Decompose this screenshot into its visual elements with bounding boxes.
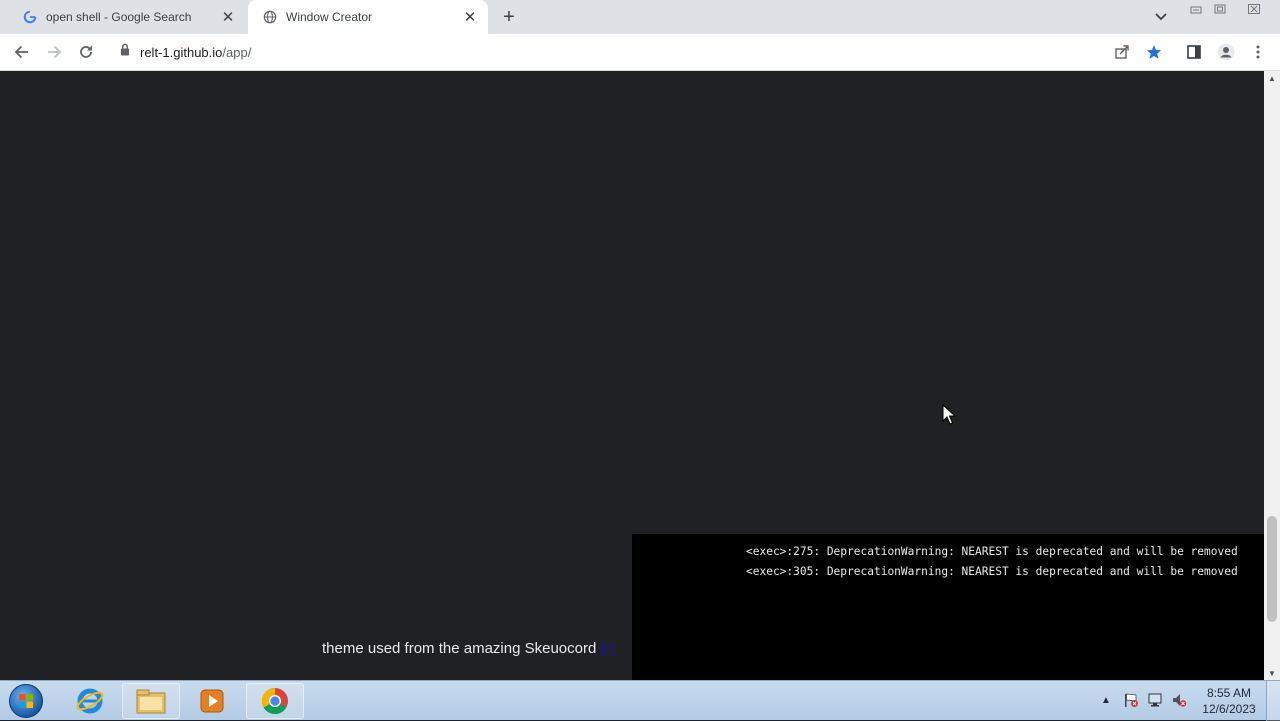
media-player-icon[interactable] — [183, 683, 241, 719]
kebab-menu-icon[interactable] — [1246, 41, 1270, 63]
chrome-icon[interactable] — [246, 683, 304, 719]
reload-icon[interactable] — [74, 41, 98, 63]
side-panel-icon[interactable] — [1182, 41, 1206, 63]
new-tab-plus-icon[interactable]: + — [497, 6, 521, 28]
url-host: relt-1.github.io — [140, 44, 223, 60]
tab-window-creator[interactable]: Window Creator ✕ — [248, 0, 488, 34]
clock-time: 8:55 AM — [1206, 686, 1252, 700]
scroll-down-arrow-icon[interactable]: ▼ — [1264, 666, 1280, 680]
taskbar-clock[interactable]: 8:55 AM 12/6/2023 — [1196, 685, 1262, 717]
tab-title: Window Creator — [286, 10, 373, 24]
terminal-line: <exec>:305: DeprecationWarning: NEAREST … — [746, 565, 1238, 578]
credit-link[interactable]: (r) — [601, 640, 616, 657]
mouse-cursor-icon — [942, 404, 956, 425]
bookmark-star-icon[interactable] — [1142, 41, 1166, 63]
volume-muted-icon[interactable] — [1170, 691, 1188, 709]
forward-arrow-icon[interactable] — [42, 41, 66, 63]
tab-close-icon[interactable]: ✕ — [460, 7, 480, 27]
lock-icon — [120, 43, 130, 61]
terminal-line: <exec>:275: DeprecationWarning: NEAREST … — [746, 545, 1238, 558]
terminal-output: <exec>:275: DeprecationWarning: NEAREST … — [632, 534, 1264, 680]
restore-icon[interactable] — [1208, 0, 1232, 18]
windows-logo-icon — [9, 684, 43, 718]
clock-date: 12/6/2023 — [1202, 702, 1256, 716]
page-scrollbar[interactable]: ▲ ▼ — [1264, 71, 1280, 680]
tab-google-search[interactable]: open shell - Google Search ✕ — [8, 0, 246, 34]
tab-close-icon[interactable]: ✕ — [218, 7, 238, 27]
theme-credit: theme used from the amazing Skeuocord (r… — [322, 640, 616, 657]
network-icon[interactable] — [1146, 691, 1164, 709]
profile-avatar-icon[interactable] — [1214, 41, 1238, 63]
file-explorer-icon[interactable] — [122, 683, 180, 719]
credit-text: theme used from the amazing Skeuocord — [322, 640, 597, 657]
internet-explorer-icon[interactable] — [61, 683, 119, 719]
browser-toolbar: relt-1.github.io/app/ — [0, 34, 1280, 71]
scrollbar-thumb[interactable] — [1267, 516, 1277, 622]
minimize-icon[interactable] — [1184, 0, 1208, 18]
show-desktop-button[interactable] — [1266, 681, 1280, 721]
close-window-icon[interactable] — [1242, 0, 1266, 18]
globe-icon — [262, 9, 278, 25]
start-button[interactable] — [6, 683, 46, 719]
tab-strip: open shell - Google Search ✕ Window Crea… — [0, 0, 1280, 34]
address-bar[interactable]: relt-1.github.io/app/ — [108, 38, 1138, 66]
scroll-up-arrow-icon[interactable]: ▲ — [1264, 71, 1280, 85]
tab-title: open shell - Google Search — [46, 10, 192, 24]
google-g-icon — [22, 9, 38, 25]
windows-taskbar: ▲ 8:55 AM 12/6/2023 — [0, 680, 1280, 721]
tab-search-chevron-icon[interactable] — [1150, 7, 1172, 27]
show-hidden-icons-icon[interactable]: ▲ — [1097, 691, 1115, 709]
share-icon[interactable] — [1110, 41, 1134, 63]
url-path: /app/ — [222, 44, 252, 60]
url-text: relt-1.github.io/app/ — [140, 45, 251, 60]
back-arrow-icon[interactable] — [10, 41, 34, 63]
web-page-content: <exec>:275: DeprecationWarning: NEAREST … — [0, 71, 1264, 680]
action-center-flag-icon[interactable] — [1122, 691, 1140, 709]
